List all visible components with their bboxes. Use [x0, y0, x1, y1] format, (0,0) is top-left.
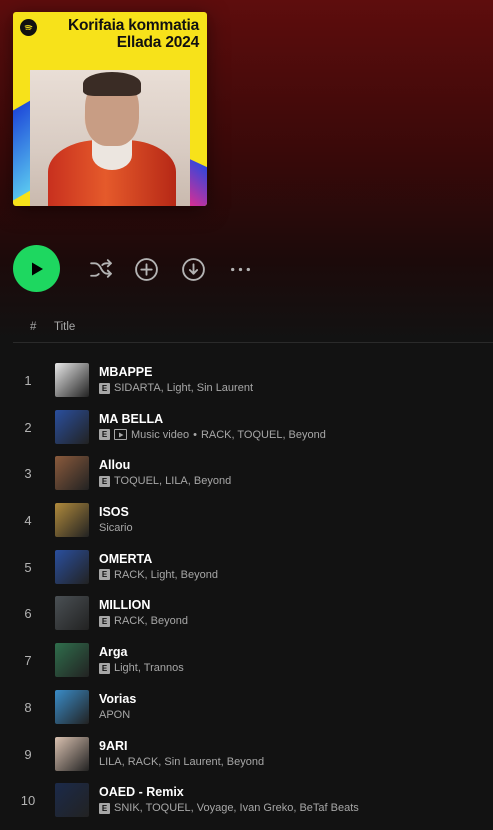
track-title[interactable]: OAED - Remix — [99, 785, 184, 799]
track-title[interactable]: Vorias — [99, 692, 136, 706]
track-artists[interactable]: SIDARTA, Light, Sin Laurent — [114, 382, 253, 394]
track-row[interactable]: 3 Allou E TOQUEL, LILA, Beyond — [13, 450, 493, 497]
explicit-badge: E — [99, 429, 110, 441]
playlist-cover[interactable]: Korifaia kommatia Ellada 2024 — [13, 12, 207, 206]
spotify-logo-icon — [20, 19, 37, 36]
download-icon — [181, 257, 205, 281]
add-to-library-button[interactable] — [133, 256, 159, 282]
column-number-header: # — [30, 321, 37, 333]
track-artwork — [55, 736, 89, 771]
separator-dot: • — [193, 428, 197, 441]
track-title[interactable]: 9ARI — [99, 739, 127, 753]
track-title[interactable]: MA BELLA — [99, 412, 163, 426]
play-button[interactable] — [13, 245, 60, 292]
shuffle-button[interactable] — [87, 256, 113, 282]
track-row[interactable]: 6 MILLION E RACK, Beyond — [13, 590, 493, 637]
more-options-button[interactable] — [227, 256, 253, 282]
track-row[interactable]: 9 9ARI LILA, RACK, Sin Laurent, Beyond — [13, 731, 493, 778]
track-artists[interactable]: LILA, RACK, Sin Laurent, Beyond — [99, 756, 264, 768]
track-number: 5 — [24, 559, 32, 575]
track-row[interactable]: 10 OAED - Remix E SNIK, TOQUEL, Voyage, Iva… — [13, 777, 493, 824]
track-artwork — [55, 409, 89, 444]
cover-title-line1: Korifaia kommatia — [68, 17, 199, 34]
explicit-badge: E — [99, 475, 110, 487]
track-title[interactable]: MILLION — [99, 598, 150, 612]
track-subtitle: E TOQUEL, LILA, Beyond — [99, 475, 231, 487]
track-row[interactable]: 2 MA BELLA E Music video • RACK, TOQUEL, Beyo… — [13, 404, 493, 451]
tracklist: 1 MBAPPE E SIDARTA, Light, Sin Laurent 2 MA B… — [13, 357, 493, 824]
playlist-controls — [13, 245, 273, 293]
track-subtitle: E RACK, Light, Beyond — [99, 569, 218, 581]
track-title[interactable]: MBAPPE — [99, 365, 152, 379]
track-artwork — [55, 596, 89, 631]
track-artwork — [55, 783, 89, 818]
cover-title: Korifaia kommatia Ellada 2024 — [68, 17, 199, 51]
track-title[interactable]: ISOS — [99, 505, 129, 519]
track-number: 1 — [24, 373, 32, 388]
track-artists[interactable]: Sicario — [99, 522, 133, 534]
track-title[interactable]: Arga — [99, 645, 127, 659]
track-artists[interactable]: RACK, Beyond — [114, 615, 188, 627]
track-number: 8 — [24, 699, 32, 715]
track-row[interactable]: 7 Arga E Light, Trannos — [13, 637, 493, 684]
track-artwork — [55, 689, 89, 724]
track-subtitle: E SIDARTA, Light, Sin Laurent — [99, 382, 253, 394]
column-title-header[interactable]: Title — [54, 321, 75, 333]
track-artists[interactable]: RACK, Light, Beyond — [114, 569, 218, 581]
explicit-badge: E — [99, 382, 110, 394]
tracklist-header: # Title — [13, 318, 493, 343]
track-title[interactable]: Allou — [99, 458, 130, 472]
track-subtitle: Sicario — [99, 522, 133, 534]
track-title[interactable]: OMERTA — [99, 552, 152, 566]
explicit-badge: E — [99, 662, 110, 674]
track-subtitle: E RACK, Beyond — [99, 615, 188, 627]
track-artwork — [55, 363, 89, 397]
cover-photo — [30, 70, 190, 206]
track-subtitle: E Light, Trannos — [99, 662, 184, 674]
add-circle-icon — [134, 257, 158, 281]
track-artists[interactable]: SNIK, TOQUEL, Voyage, Ivan Greko, BeTaf … — [114, 802, 359, 814]
track-artists[interactable]: Light, Trannos — [114, 662, 184, 674]
track-row[interactable]: 5 OMERTA E RACK, Light, Beyond — [13, 544, 493, 591]
track-number: 4 — [24, 513, 32, 529]
explicit-badge: E — [99, 802, 110, 814]
track-number: 9 — [24, 746, 32, 762]
video-icon — [114, 429, 127, 441]
shuffle-icon — [89, 258, 112, 278]
track-artwork — [55, 456, 89, 491]
track-subtitle: E Music video • RACK, TOQUEL, Beyond — [99, 429, 326, 441]
track-artwork — [55, 643, 89, 678]
video-label: Music video — [131, 428, 190, 441]
track-subtitle: LILA, RACK, Sin Laurent, Beyond — [99, 756, 264, 768]
track-row[interactable]: 8 Vorias APON — [13, 684, 493, 731]
track-artists[interactable]: RACK, TOQUEL, Beyond — [201, 429, 326, 441]
cover-streak — [13, 100, 31, 204]
more-options-icon — [230, 267, 250, 271]
track-number: 2 — [24, 419, 32, 435]
track-artwork — [55, 549, 89, 584]
track-row[interactable]: 1 MBAPPE E SIDARTA, Light, Sin Laurent — [13, 357, 493, 404]
track-subtitle: E SNIK, TOQUEL, Voyage, Ivan Greko, BeTaf… — [99, 802, 359, 814]
track-artists[interactable]: TOQUEL, LILA, Beyond — [114, 475, 231, 487]
track-artwork — [55, 503, 89, 538]
cover-title-line2: Ellada 2024 — [116, 34, 199, 51]
explicit-badge: E — [99, 615, 110, 627]
track-number: 7 — [24, 653, 32, 669]
play-icon — [31, 262, 43, 275]
track-number: 10 — [20, 793, 36, 809]
track-subtitle: APON — [99, 709, 130, 721]
download-button[interactable] — [180, 256, 206, 282]
track-number: 3 — [24, 466, 32, 482]
explicit-badge: E — [99, 569, 110, 581]
track-row[interactable]: 4 ISOS Sicario — [13, 497, 493, 544]
track-artists[interactable]: APON — [99, 709, 130, 721]
track-number: 6 — [24, 606, 32, 622]
